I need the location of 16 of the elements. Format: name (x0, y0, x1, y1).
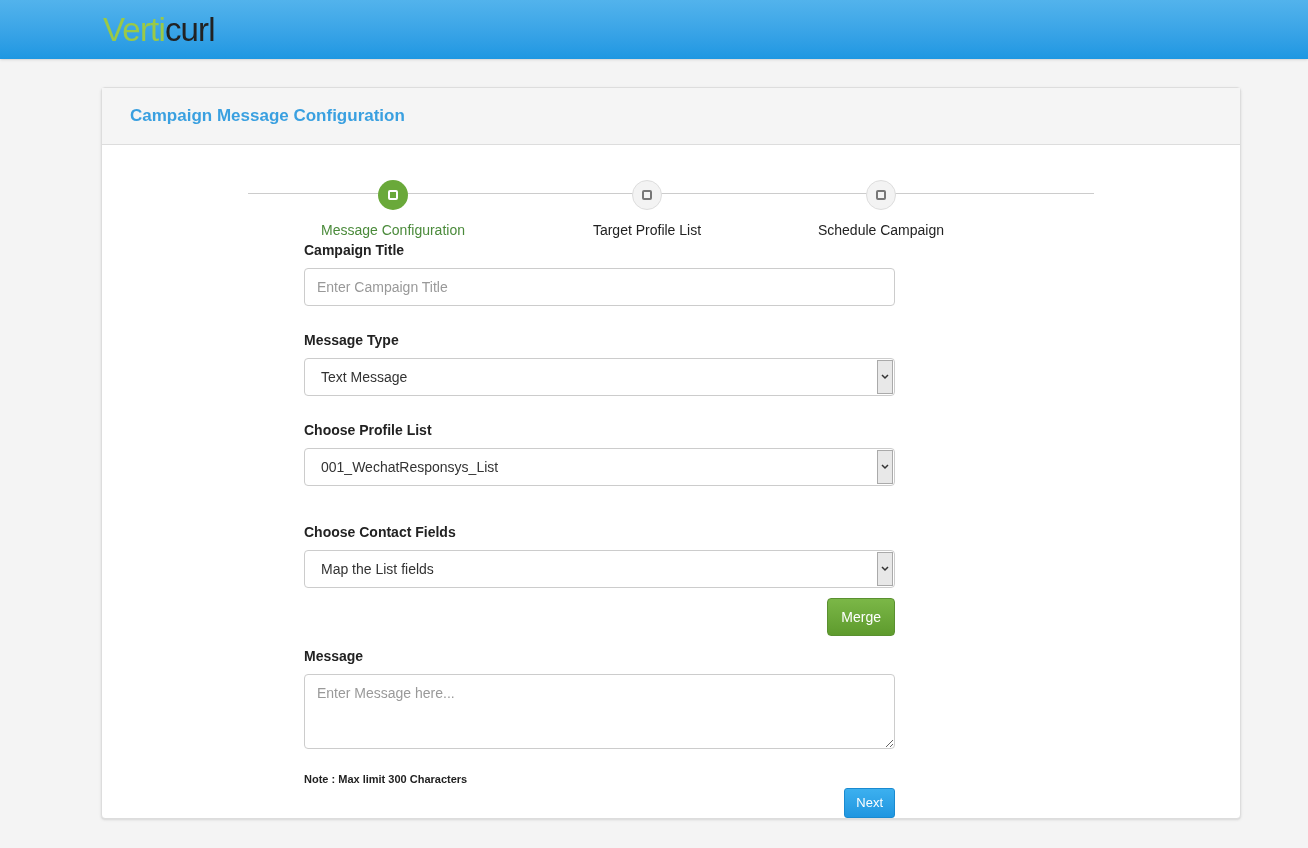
step-label: Schedule Campaign (817, 221, 945, 240)
note-text: Note : Max limit 300 Characters (304, 772, 468, 787)
field-label: Choose Contact Fields (304, 523, 456, 542)
field-label: Message (304, 647, 364, 666)
step-label: Target Profile List (592, 221, 702, 240)
input-field[interactable]: Enter Campaign Title (304, 268, 895, 306)
step-label: Message Configuration (321, 221, 465, 240)
field-label: Message Type (304, 331, 399, 350)
select-field[interactable]: 001_WechatResponsys_List (304, 448, 895, 486)
card-title: Campaign Message Configuration (130, 105, 405, 128)
logo: Verticurl (103, 13, 215, 46)
message-textarea[interactable]: Enter Message here... (304, 674, 895, 749)
select-field[interactable]: Map the List fields (304, 550, 895, 588)
field-label: Campaign Title (304, 241, 405, 260)
field-label: Choose Profile List (304, 421, 432, 440)
select-field[interactable]: Text Message (304, 358, 895, 396)
